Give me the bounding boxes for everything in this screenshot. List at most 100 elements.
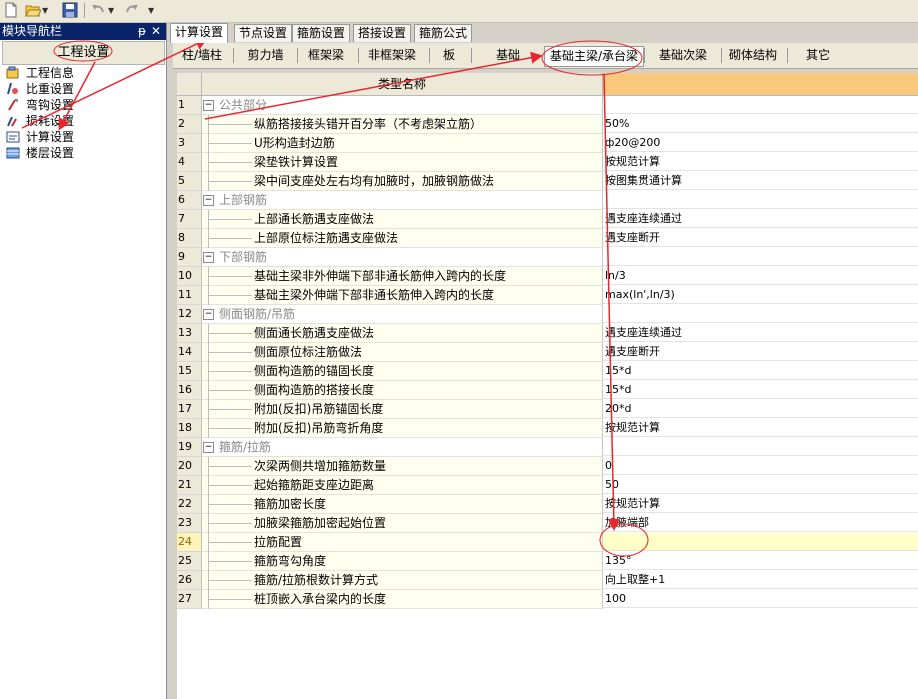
row-value-cell[interactable]: max(ln',ln/3) <box>603 286 918 304</box>
row-value-cell[interactable]: 向上取整+1 <box>603 571 918 589</box>
row-number: 19 <box>177 438 202 457</box>
table-row[interactable]: 26 箍筋/拉筋根数计算方式 向上取整+1 <box>177 571 918 590</box>
row-number: 8 <box>177 229 202 248</box>
subtab-4[interactable]: 板 <box>429 46 469 65</box>
table-row[interactable]: 11 基础主梁外伸端下部非通长筋伸入跨内的长度 max(ln',ln/3) <box>177 286 918 305</box>
row-value-cell[interactable]: 100 <box>603 590 918 608</box>
pin-icon[interactable]: ᵽ <box>138 23 146 40</box>
save-icon[interactable] <box>62 2 78 18</box>
table-row[interactable]: 25 箍筋弯勾角度 135° <box>177 552 918 571</box>
subtab-6[interactable]: 基础主梁/承台梁 <box>544 46 644 67</box>
group-row[interactable]: 6− 上部钢筋 <box>177 191 918 210</box>
tree-line <box>208 371 252 372</box>
nav-item-1[interactable]: 比重设置 <box>4 81 74 97</box>
row-value-cell[interactable]: 15*d <box>603 381 918 399</box>
subtab-5[interactable]: 基础 <box>473 46 543 65</box>
close-icon[interactable]: ✕ <box>151 23 161 40</box>
table-row[interactable]: 16 侧面构造筋的搭接长度 15*d <box>177 381 918 400</box>
row-value-cell[interactable]: 按规范计算 <box>603 419 918 437</box>
collapse-icon[interactable]: − <box>203 100 214 111</box>
row-value-cell[interactable]: 15*d <box>603 362 918 380</box>
chevron-down-icon[interactable]: ▼ <box>108 6 114 15</box>
tab-3[interactable]: 搭接设置 <box>353 24 412 42</box>
row-value-cell[interactable]: 遇支座连续通过 <box>603 210 918 228</box>
nav-group-project-settings[interactable]: 工程设置 <box>2 41 165 65</box>
new-file-icon[interactable] <box>3 2 19 18</box>
row-value-cell[interactable] <box>603 305 918 323</box>
subtab-9[interactable]: 其它 <box>787 46 849 65</box>
redo-icon[interactable] <box>124 2 140 18</box>
table-row[interactable]: 10 基础主梁非外伸端下部非通长筋伸入跨内的长度 ln/3 <box>177 267 918 286</box>
row-value-cell[interactable] <box>603 96 918 114</box>
chevron-down-icon[interactable]: ▼ <box>42 6 48 15</box>
subtab-7[interactable]: 基础次梁 <box>647 46 719 65</box>
table-row[interactable]: 5 梁中间支座处左右均有加腋时，加腋钢筋做法 按图集贯通计算 <box>177 172 918 191</box>
row-name: 基础主梁非外伸端下部非通长筋伸入跨内的长度 <box>254 269 507 283</box>
open-folder-icon[interactable] <box>25 2 42 18</box>
table-row[interactable]: 18 附加(反扣)吊筋弯折角度 按规范计算 <box>177 419 918 438</box>
tab-1[interactable]: 节点设置 <box>234 24 293 42</box>
row-value-cell[interactable]: 135° <box>603 552 918 570</box>
subtab-0[interactable]: 柱/墙柱 <box>173 46 231 65</box>
row-number: 7 <box>177 210 202 229</box>
row-name-cell: 桩顶嵌入承台梁内的长度 <box>202 590 603 609</box>
table-row[interactable]: 24 拉筋配置 <box>177 533 918 552</box>
table-row[interactable]: 20 次梁两侧共增加箍筋数量 0 <box>177 457 918 476</box>
subtab-1[interactable]: 剪力墙 <box>236 46 295 65</box>
table-row[interactable]: 22 箍筋加密长度 按规范计算 <box>177 495 918 514</box>
row-value-cell[interactable]: 20*d <box>603 400 918 418</box>
collapse-icon[interactable]: − <box>203 309 214 320</box>
group-row[interactable]: 9− 下部钢筋 <box>177 248 918 267</box>
collapse-icon[interactable]: − <box>203 195 214 206</box>
table-row[interactable]: 21 起始箍筋距支座边距离 50 <box>177 476 918 495</box>
table-row[interactable]: 3 U形构造封边筋 ф20@200 <box>177 134 918 153</box>
group-row[interactable]: 12− 侧面钢筋/吊筋 <box>177 305 918 324</box>
subtab-2[interactable]: 框架梁 <box>296 46 356 65</box>
row-number: 10 <box>177 267 202 286</box>
table-row[interactable]: 2 纵筋搭接接头错开百分率（不考虑架立筋） 50% <box>177 115 918 134</box>
tab-2[interactable]: 箍筋设置 <box>292 24 351 42</box>
row-value-cell[interactable]: 按规范计算 <box>603 495 918 513</box>
chevron-down-icon[interactable]: ▼ <box>148 6 154 15</box>
tree-line <box>208 428 252 429</box>
nav-item-2[interactable]: 弯钩设置 <box>4 97 74 113</box>
row-value-cell[interactable]: 遇支座断开 <box>603 229 918 247</box>
row-value-cell[interactable]: 遇支座连续通过 <box>603 324 918 342</box>
row-value-cell[interactable] <box>603 533 918 551</box>
group-row[interactable]: 19− 箍筋/拉筋 <box>177 438 918 457</box>
nav-item-3[interactable]: 损耗设置 <box>4 113 74 129</box>
table-row[interactable]: 23 加腋梁箍筋加密起始位置 加腋端部 <box>177 514 918 533</box>
row-value-cell[interactable] <box>603 191 918 209</box>
tab-0[interactable]: 计算设置 <box>170 23 229 43</box>
undo-icon[interactable] <box>90 2 106 18</box>
tab-4[interactable]: 箍筋公式 <box>414 24 473 42</box>
row-value-cell[interactable]: 按规范计算 <box>603 153 918 171</box>
table-row[interactable]: 14 侧面原位标注筋做法 遇支座断开 <box>177 343 918 362</box>
row-value-cell[interactable]: ф20@200 <box>603 134 918 152</box>
nav-item-0[interactable]: 工程信息 <box>4 65 74 81</box>
table-row[interactable]: 4 梁垫铁计算设置 按规范计算 <box>177 153 918 172</box>
group-row[interactable]: 1− 公共部分 <box>177 96 918 115</box>
row-value-cell[interactable]: 加腋端部 <box>603 514 918 532</box>
row-value-cell[interactable] <box>603 248 918 266</box>
row-value-cell[interactable]: 0 <box>603 457 918 475</box>
collapse-icon[interactable]: − <box>203 442 214 453</box>
row-value-cell[interactable] <box>603 438 918 456</box>
table-row[interactable]: 27 桩顶嵌入承台梁内的长度 100 <box>177 590 918 609</box>
table-row[interactable]: 17 附加(反扣)吊筋锚固长度 20*d <box>177 400 918 419</box>
subtab-8[interactable]: 砌体结构 <box>721 46 785 65</box>
table-row[interactable]: 8 上部原位标注筋遇支座做法 遇支座断开 <box>177 229 918 248</box>
collapse-icon[interactable]: − <box>203 252 214 263</box>
table-row[interactable]: 13 侧面通长筋遇支座做法 遇支座连续通过 <box>177 324 918 343</box>
row-value-cell[interactable]: 50 <box>603 476 918 494</box>
row-value-cell[interactable]: ln/3 <box>603 267 918 285</box>
nav-item-5[interactable]: 楼层设置 <box>4 145 74 161</box>
row-value-cell[interactable]: 按图集贯通计算 <box>603 172 918 190</box>
table-row[interactable]: 15 侧面构造筋的锚固长度 15*d <box>177 362 918 381</box>
row-value-cell[interactable]: 50% <box>603 115 918 133</box>
nav-item-4[interactable]: 计算设置 <box>4 129 74 145</box>
subtab-3[interactable]: 非框架梁 <box>357 46 427 65</box>
row-value-cell[interactable]: 遇支座断开 <box>603 343 918 361</box>
table-row[interactable]: 7 上部通长筋遇支座做法 遇支座连续通过 <box>177 210 918 229</box>
row-name-cell: 侧面构造筋的锚固长度 <box>202 362 603 381</box>
